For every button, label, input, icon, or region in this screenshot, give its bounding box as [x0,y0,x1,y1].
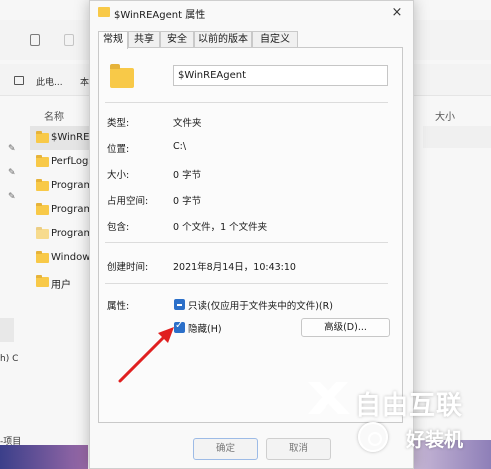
ok-button[interactable]: 确定 [193,438,258,460]
folder-name-field[interactable]: $WinREAgent [173,65,388,86]
hidden-checkbox[interactable] [174,320,185,333]
column-header-size[interactable]: 大小 [435,108,455,123]
list-item-label: Program [51,228,94,239]
dialog-titlebar[interactable]: $WinREAgent 属性 × [90,1,413,27]
list-item-label: Program [51,204,94,215]
divider [105,102,388,103]
size-on-disk-label: 占用空间: [107,196,149,207]
nav-selected-item[interactable] [0,318,14,342]
tab-security[interactable]: 安全 [160,31,194,48]
list-item-label: Program [51,180,94,191]
breadcrumb-item[interactable]: 此电... [36,75,63,88]
folder-icon [36,131,49,143]
divider [105,242,388,243]
tab-previous-versions[interactable]: 以前的版本 [194,31,252,48]
tab-customize[interactable]: 自定义 [252,31,298,48]
attributes-label: 属性: [107,301,130,312]
paste-icon[interactable] [64,34,74,46]
location-label: 位置: [107,144,130,155]
list-item[interactable]: Program [30,174,94,198]
folder-icon [36,275,49,287]
pin-icon: ✎ [8,144,16,154]
pc-icon [14,76,24,85]
dialog-title: $WinREAgent 属性 [114,10,206,21]
watermark-text: 好装机 [406,429,464,451]
type-value: 文件夹 [173,118,202,129]
list-item[interactable]: Program [30,222,94,246]
list-item[interactable]: PerfLogs [30,150,94,174]
quick-access-pins: ✎ ✎ ✎ [4,140,24,220]
selected-row-extension [423,126,491,148]
folder-icon [36,251,49,263]
watermark-logo-icon [308,382,350,414]
location-value: C:\ [173,141,187,152]
list-item-label: Window [51,252,91,263]
column-header-name[interactable]: 名称 [44,108,64,123]
folder-icon [110,64,134,88]
divider [105,283,388,284]
watermark-circle-icon [358,422,388,452]
list-item-label: 用户 [51,280,71,291]
folder-icon [36,203,49,215]
type-label: 类型: [107,118,130,129]
pin-icon: ✎ [8,192,16,202]
size-value: 0 字节 [173,170,202,181]
contains-label: 包含: [107,222,130,233]
folder-icon [98,7,110,17]
contains-value: 0 个文件，1 个文件夹 [173,222,268,233]
list-item[interactable]: Window [30,246,90,270]
tab-general[interactable]: 常规 [98,31,128,49]
list-item[interactable]: $WinREA [30,126,96,150]
watermark-text: 自由互联 [355,391,464,421]
breadcrumb[interactable]: 此电... 本 [14,72,96,90]
folder-icon [36,179,49,191]
general-tab-panel [98,47,403,423]
drive-label[interactable]: h) C [0,354,18,364]
list-item[interactable]: Program [30,198,94,222]
advanced-button[interactable]: 高级(D)... [301,318,390,337]
cancel-button[interactable]: 取消 [266,438,331,460]
tab-sharing[interactable]: 共享 [128,31,160,48]
size-on-disk-value: 0 字节 [173,196,202,207]
created-value: 2021年8月14日，10:43:10 [173,262,296,273]
readonly-checkbox[interactable] [174,299,185,310]
folder-icon [36,155,49,167]
list-item-label: PerfLogs [51,156,94,167]
file-list: $WinREA PerfLogs Program Program Program… [30,126,96,294]
hidden-label[interactable]: 隐藏(H) [188,321,222,335]
pin-icon: ✎ [8,168,16,178]
created-label: 创建时间: [107,262,149,273]
folder-icon [36,227,49,239]
breadcrumb-item[interactable]: 本 [80,75,89,88]
copy-icon[interactable] [30,34,40,46]
list-item[interactable]: 用户 [30,270,90,294]
desktop-wallpaper-fragment [0,445,88,469]
readonly-label[interactable]: 只读(仅应用于文件夹中的文件)(R) [188,298,333,312]
size-label: 大小: [107,170,130,181]
close-button[interactable]: × [387,3,407,23]
